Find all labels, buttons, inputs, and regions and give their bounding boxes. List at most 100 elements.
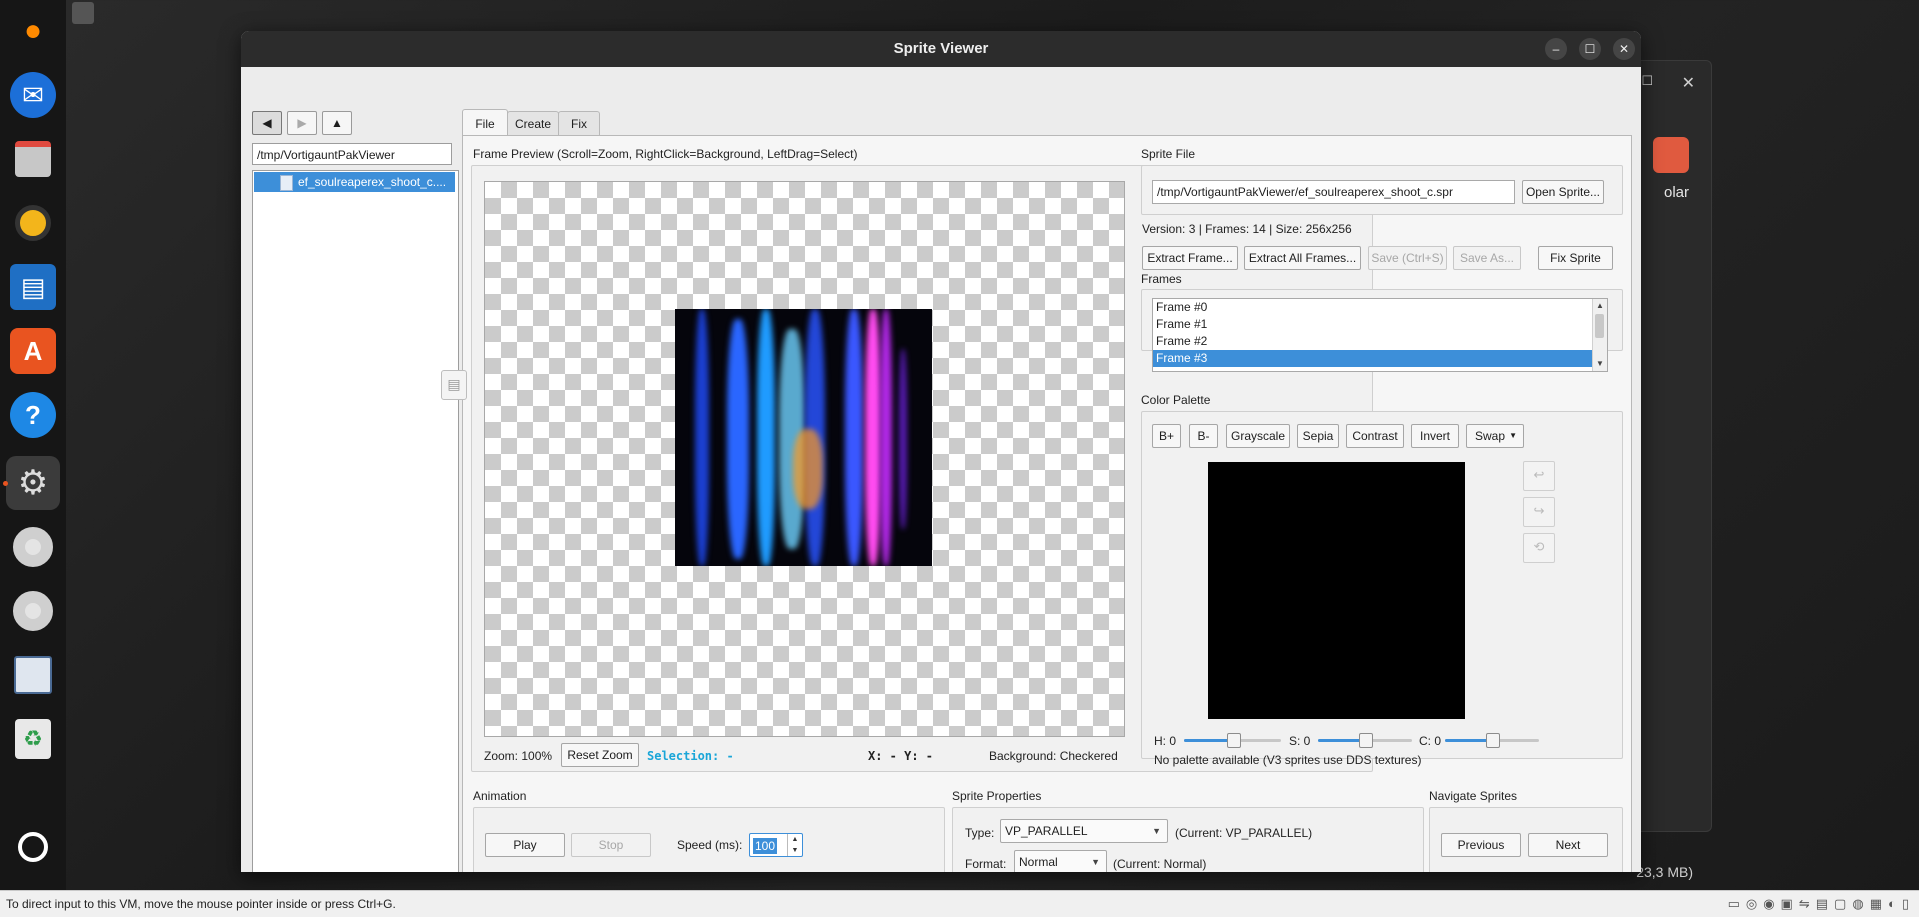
type-select[interactable]: VP_PARALLEL ▼ xyxy=(1000,819,1168,843)
path-input[interactable]: /tmp/VortigauntPakViewer xyxy=(252,143,452,165)
help-icon[interactable]: ? xyxy=(10,392,56,438)
brightness-down-button[interactable]: B- xyxy=(1189,424,1218,448)
display-icon[interactable]: ▢ xyxy=(1834,896,1846,912)
frames-list[interactable]: Frame #0 Frame #1 Frame #2 Frame #3 ▲ ▼ xyxy=(1152,298,1608,372)
scroll-down-icon[interactable]: ▼ xyxy=(1593,357,1607,371)
window-client: ◀ ▶ ▲ /tmp/VortigauntPakViewer ef_soulre… xyxy=(241,67,1641,872)
list-item[interactable]: Frame #1 xyxy=(1153,316,1607,333)
disc-icon-2[interactable] xyxy=(10,588,56,634)
extract-frame-button[interactable]: Extract Frame... xyxy=(1142,246,1238,270)
file-name: ef_soulreaperex_shoot_c.... xyxy=(298,175,447,189)
window-title: Sprite Viewer xyxy=(893,40,989,57)
frames-scrollbar[interactable]: ▲ ▼ xyxy=(1592,299,1607,371)
settings-icon[interactable]: ⚙ xyxy=(6,456,60,510)
tab-file[interactable]: File xyxy=(462,109,508,136)
up-button[interactable]: ▲ xyxy=(322,111,352,135)
hdd-icon[interactable]: ▭ xyxy=(1728,896,1740,912)
save-disk-icon[interactable] xyxy=(10,652,56,698)
slider-handle[interactable] xyxy=(1227,733,1241,748)
reset-icon[interactable]: ⟲ xyxy=(1523,533,1555,563)
list-item[interactable]: ef_soulreaperex_shoot_c.... xyxy=(254,172,455,192)
usb-icon[interactable]: ⇋ xyxy=(1799,896,1810,912)
previous-button[interactable]: Previous xyxy=(1441,833,1521,857)
redo-icon[interactable]: ↪ xyxy=(1523,497,1555,527)
disc-icon[interactable] xyxy=(10,524,56,570)
sepia-button[interactable]: Sepia xyxy=(1297,424,1339,448)
fix-sprite-button[interactable]: Fix Sprite xyxy=(1538,246,1613,270)
sprite-viewer-window: Sprite Viewer – ☐ ✕ ◀ ▶ ▲ /tmp/Vortigaun… xyxy=(241,31,1641,872)
slider-handle[interactable] xyxy=(1359,733,1373,748)
firefox-icon[interactable]: ● xyxy=(10,8,56,54)
show-apps-icon[interactable] xyxy=(10,824,56,870)
spin-arrows-icon[interactable]: ▲ ▼ xyxy=(787,834,802,856)
undo-icon[interactable]: ↩ xyxy=(1523,461,1555,491)
tab-fix[interactable]: Fix xyxy=(558,111,600,136)
list-item[interactable]: Frame #2 xyxy=(1153,333,1607,350)
invert-button[interactable]: Invert xyxy=(1411,424,1459,448)
sprite-path-field[interactable]: /tmp/VortigauntPakViewer/ef_soulreaperex… xyxy=(1152,180,1515,204)
maximize-button[interactable]: ☐ xyxy=(1579,38,1601,60)
format-label: Format: xyxy=(965,857,1007,871)
format-current: (Current: Normal) xyxy=(1113,857,1207,871)
app-center-icon[interactable]: A xyxy=(10,328,56,374)
trash-icon[interactable]: ♻ xyxy=(10,716,56,762)
writer-icon[interactable]: ▤ xyxy=(10,264,56,310)
palette-note: No palette available (V3 sprites use DDS… xyxy=(1154,753,1422,767)
saturation-slider[interactable] xyxy=(1318,732,1412,748)
speed-value[interactable]: 100 xyxy=(753,838,778,854)
mouse-icon[interactable]: ◐ xyxy=(1888,896,1896,912)
keyboard-icon[interactable]: ▯ xyxy=(1902,896,1909,912)
network-icon[interactable]: ▣ xyxy=(1781,896,1793,912)
shared-folder-icon[interactable]: ▤ xyxy=(1816,896,1828,912)
palette-canvas[interactable] xyxy=(1208,462,1465,719)
thunderbird-icon[interactable]: ✉ xyxy=(10,72,56,118)
bg-app-icon xyxy=(1653,137,1689,173)
extract-all-frames-button[interactable]: Extract All Frames... xyxy=(1244,246,1361,270)
palette-header: Color Palette xyxy=(1141,393,1211,407)
type-value: VP_PARALLEL xyxy=(1005,824,1088,838)
cpu-icon[interactable]: ▦ xyxy=(1870,896,1882,912)
chevron-down-icon: ▼ xyxy=(1509,431,1517,440)
contrast-button[interactable]: Contrast xyxy=(1346,424,1404,448)
splitter-handle-icon[interactable]: ▤ xyxy=(441,370,467,400)
title-bar[interactable]: Sprite Viewer – ☐ ✕ xyxy=(241,31,1641,67)
close-button[interactable]: ✕ xyxy=(1613,38,1635,60)
save-button[interactable]: Save (Ctrl+S) xyxy=(1368,246,1447,270)
speed-spinbox[interactable]: 100 ▲ ▼ xyxy=(749,833,803,857)
stop-button[interactable]: Stop xyxy=(571,833,651,857)
brightness-up-button[interactable]: B+ xyxy=(1152,424,1181,448)
list-item-selected[interactable]: Frame #3 xyxy=(1153,350,1607,367)
rhythmbox-icon[interactable] xyxy=(10,200,56,246)
minimize-button[interactable]: – xyxy=(1545,38,1567,60)
sprite-file-header: Sprite File xyxy=(1141,147,1196,161)
hue-slider[interactable] xyxy=(1184,732,1281,748)
save-as-button[interactable]: Save As... xyxy=(1453,246,1521,270)
chevron-down-icon: ▼ xyxy=(1091,857,1100,867)
next-button[interactable]: Next xyxy=(1528,833,1608,857)
grayscale-button[interactable]: Grayscale xyxy=(1226,424,1290,448)
file-list[interactable]: ef_soulreaperex_shoot_c.... xyxy=(252,170,459,872)
properties-header: Sprite Properties xyxy=(952,789,1042,803)
scroll-up-icon[interactable]: ▲ xyxy=(1593,299,1607,313)
optical-icon[interactable]: ◎ xyxy=(1746,896,1757,912)
forward-button[interactable]: ▶ xyxy=(287,111,317,135)
open-sprite-button[interactable]: Open Sprite... xyxy=(1522,180,1604,204)
tab-create[interactable]: Create xyxy=(507,111,559,136)
format-select[interactable]: Normal ▼ xyxy=(1014,850,1107,872)
files-icon[interactable] xyxy=(10,136,56,182)
play-button[interactable]: Play xyxy=(485,833,565,857)
type-label: Type: xyxy=(965,826,995,840)
swap-dropdown-button[interactable]: Swap ▼ xyxy=(1466,424,1524,448)
list-item[interactable]: Frame #0 xyxy=(1153,299,1607,316)
recording-icon[interactable]: ◍ xyxy=(1852,896,1863,912)
reset-zoom-button[interactable]: Reset Zoom xyxy=(561,743,639,767)
bg-maximize-icon: ☐ xyxy=(1641,73,1653,88)
format-value: Normal xyxy=(1019,855,1058,869)
scroll-thumb[interactable] xyxy=(1595,314,1604,338)
contrast-slider[interactable] xyxy=(1445,732,1539,748)
back-button[interactable]: ◀ xyxy=(252,111,282,135)
audio-icon[interactable]: ◉ xyxy=(1763,896,1774,912)
running-indicator xyxy=(3,481,8,486)
slider-handle[interactable] xyxy=(1486,733,1500,748)
preview-header: Frame Preview (Scroll=Zoom, RightClick=B… xyxy=(473,147,858,161)
